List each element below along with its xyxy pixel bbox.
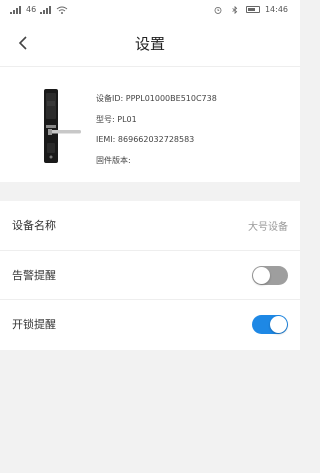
page-title: 设置: [134, 35, 165, 53]
imei-label: IEMI:: [96, 135, 116, 144]
wifi-icon: [56, 6, 68, 14]
firmware-line: 固件版本:: [96, 151, 217, 172]
status-left: 46: [10, 5, 68, 14]
battery-icon: [245, 6, 260, 13]
model-label: 型号:: [96, 114, 115, 124]
alarm-reminder-row: 告警提醒: [0, 251, 300, 300]
model-line: 型号: PL01: [96, 110, 217, 131]
firmware-label: 固件版本:: [96, 155, 131, 165]
device-name-row[interactable]: 设备名称 大号设备: [0, 201, 300, 251]
bluetooth-icon: [232, 5, 238, 14]
toggle-knob: [253, 266, 270, 284]
status-time: 14:46: [264, 5, 288, 14]
network-type: 46: [26, 5, 37, 14]
device-name-value: 大号设备: [248, 222, 288, 233]
status-right: 14:46: [212, 5, 288, 14]
imei-line: IEMI: 869662032728583: [96, 130, 217, 151]
device-id-value: PPPL01000BE510C738: [125, 94, 217, 103]
alarm-reminder-label: 告警提醒: [12, 268, 56, 282]
settings-list: 设备名称 大号设备 告警提醒 开锁提醒: [0, 201, 300, 350]
signal-icon: [10, 5, 21, 14]
unlock-reminder-row: 开锁提醒: [0, 300, 300, 350]
imei-value: 869662032728583: [117, 135, 195, 144]
signal-icon-2: [40, 5, 52, 14]
device-name-label: 设备名称: [12, 219, 56, 232]
smart-lock-image: [44, 89, 81, 163]
alarm-clock-icon: [214, 6, 222, 14]
status-bar: 46 14:46: [0, 0, 300, 20]
nav-bar: 设置: [0, 20, 300, 66]
unlock-reminder-label: 开锁提醒: [12, 318, 56, 331]
unlock-reminder-toggle[interactable]: [252, 315, 288, 334]
model-value: PL01: [117, 114, 137, 124]
alarm-reminder-toggle[interactable]: [252, 265, 288, 285]
device-info-list: 设备ID: PPPL01000BE510C738 型号: PL01 IEMI: …: [96, 89, 217, 171]
toggle-knob: [270, 316, 287, 333]
device-info-card: 设备ID: PPPL01000BE510C738 型号: PL01 IEMI: …: [0, 66, 300, 182]
device-id-label: 设备ID:: [96, 94, 124, 103]
device-id-line: 设备ID: PPPL01000BE510C738: [96, 89, 217, 110]
